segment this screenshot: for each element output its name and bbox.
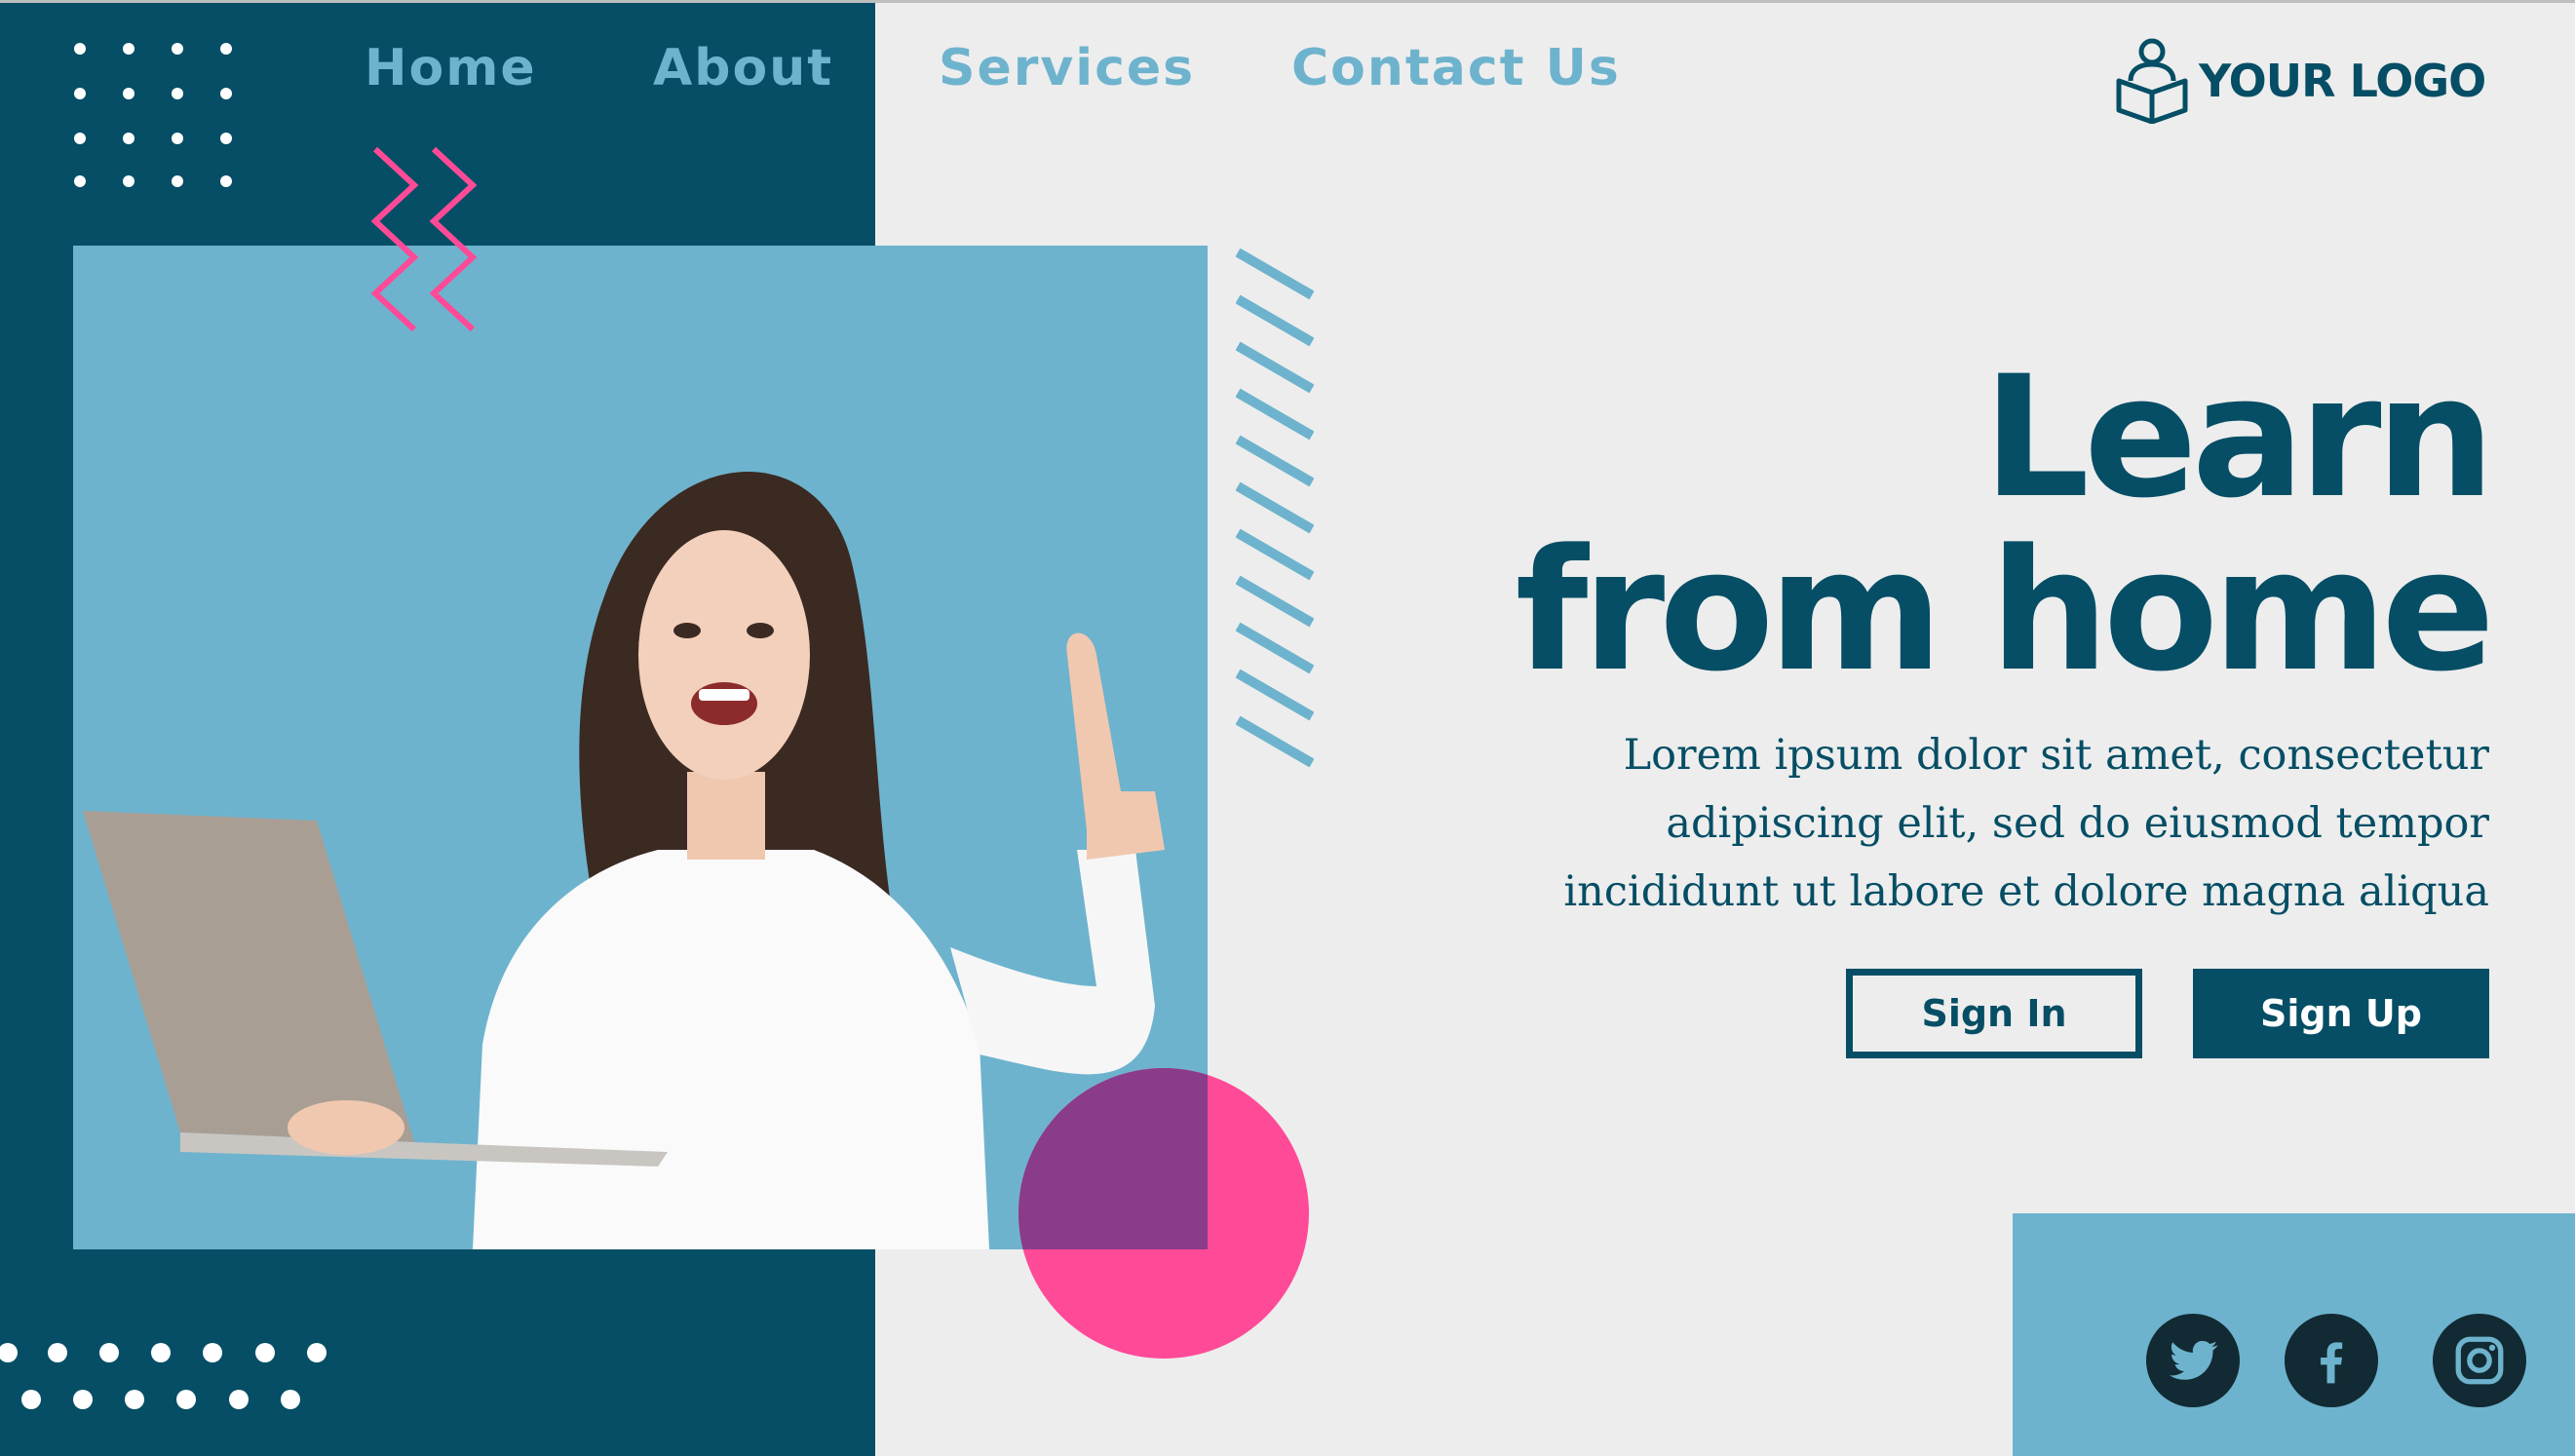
nav-home[interactable]: Home (365, 39, 537, 97)
description-line-1: Lorem ipsum dolor sit amet, consectetur (1623, 731, 2489, 780)
sign-up-button[interactable]: Sign Up (2193, 969, 2489, 1058)
dot-row-decoration (0, 1343, 327, 1409)
headline-line-1: Learn (1982, 339, 2495, 535)
logo[interactable]: YOUR LOGO (2115, 37, 2486, 125)
reader-icon (2116, 38, 2188, 124)
sign-in-button[interactable]: Sign In (1846, 969, 2142, 1058)
hero-description: Lorem ipsum dolor sit amet, consectetur … (1368, 721, 2489, 926)
nav-about[interactable]: About (653, 39, 833, 97)
facebook-icon[interactable] (2285, 1314, 2378, 1407)
nav-services[interactable]: Services (939, 39, 1195, 97)
instagram-icon[interactable] (2433, 1314, 2526, 1407)
hero-headline: Learn from home (1515, 339, 2495, 709)
logo-text: YOUR LOGO (2199, 55, 2486, 107)
description-line-3: incididunt ut labore et dolore magna ali… (1563, 867, 2489, 916)
twitter-icon[interactable] (2146, 1314, 2240, 1407)
zigzag-decoration (370, 146, 478, 332)
nav-contact-us[interactable]: Contact Us (1291, 39, 1621, 97)
stripes-decoration (1236, 249, 1314, 768)
description-line-2: adipiscing elit, sed do eiusmod tempor (1666, 799, 2489, 848)
headline-line-2: from home (1515, 513, 2495, 709)
circle-overlap-decoration (1018, 1068, 1208, 1249)
